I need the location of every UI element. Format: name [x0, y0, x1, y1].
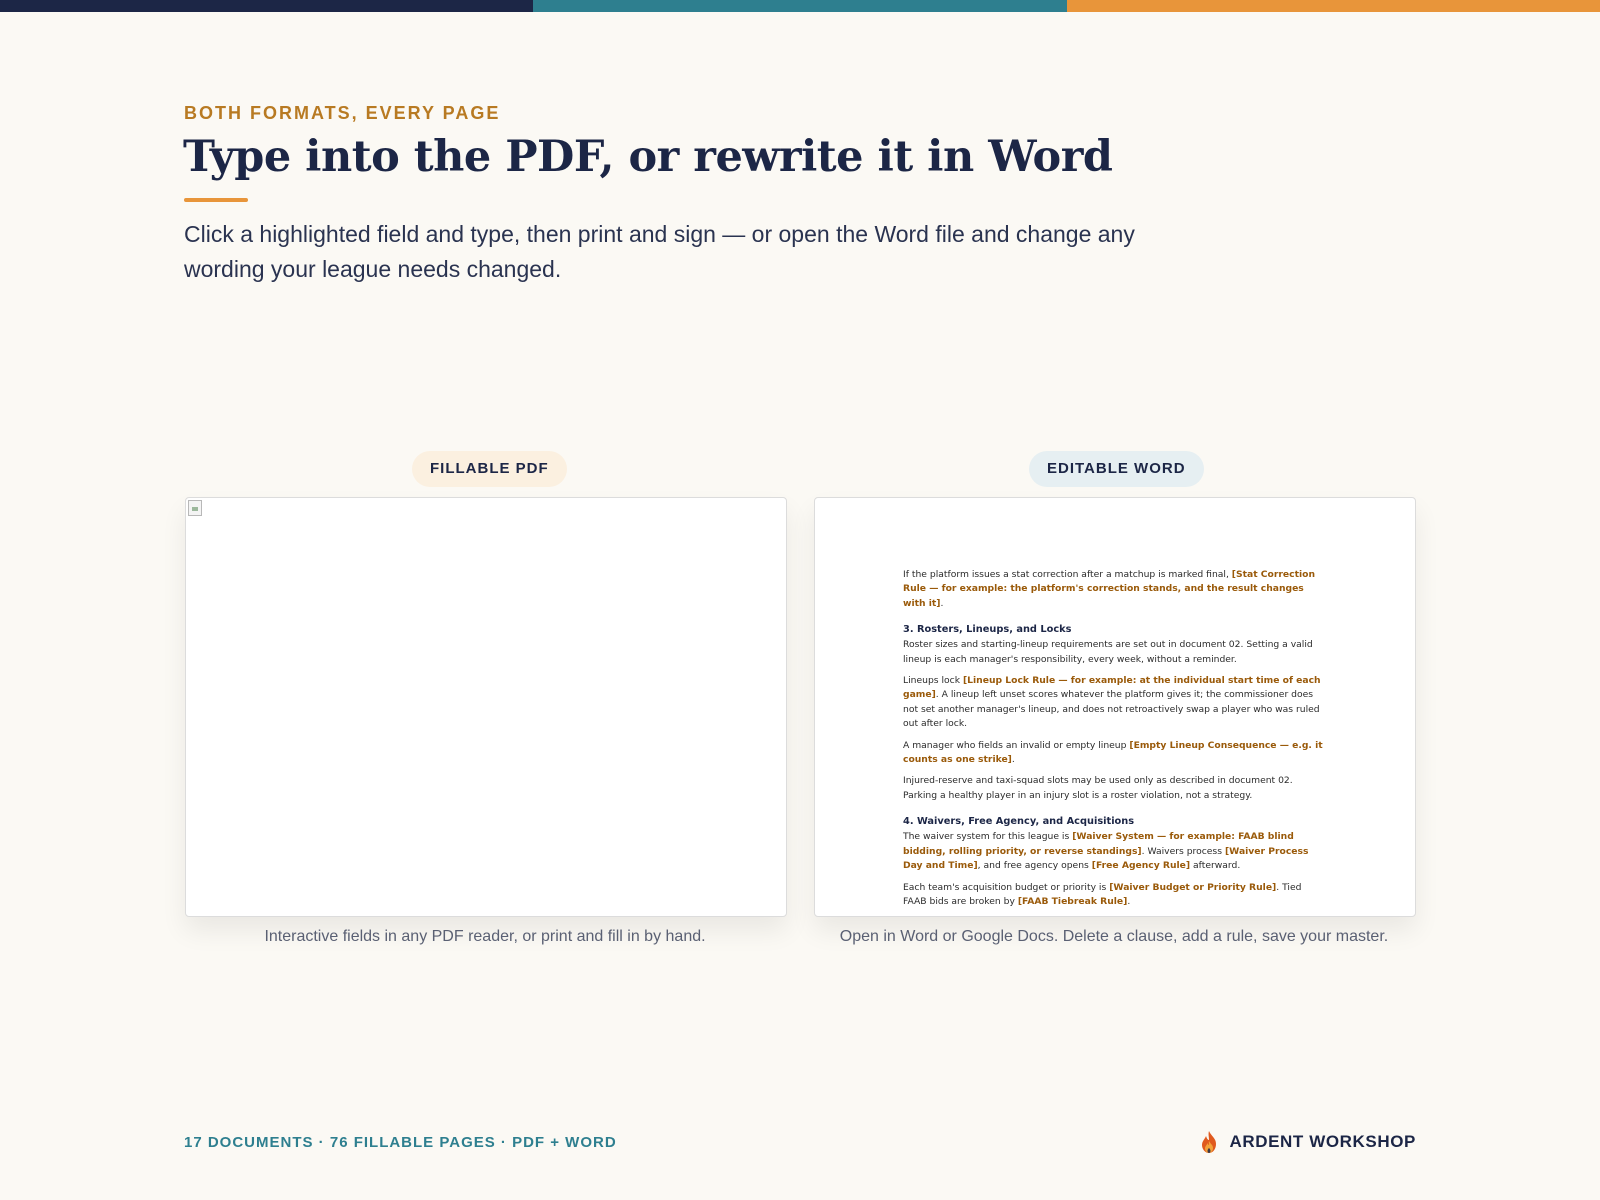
pdf-preview-panel: [185, 497, 787, 917]
doc-text: .: [1011, 754, 1015, 766]
eyebrow-label: BOTH FORMATS, EVERY PAGE: [184, 103, 501, 123]
doc-text: , and free agency opens: [977, 860, 1092, 872]
doc-paragraph: A manager who fields an invalid or empty…: [903, 739, 1323, 768]
word-document-page: If the platform issues a stat correction…: [903, 568, 1323, 917]
broken-image-icon: [188, 500, 202, 516]
doc-text: A manager who fields an invalid or empty…: [903, 739, 1130, 751]
doc-paragraph: A team may make at most [Acquisition Lim…: [903, 916, 1323, 917]
doc-text: Each team's acquisition budget or priori…: [903, 881, 1110, 893]
doc-text: Lineups lock: [903, 675, 963, 687]
accent-segment-navy: [0, 0, 534, 12]
word-preview-panel: If the platform issues a stat correction…: [814, 497, 1416, 917]
doc-paragraph: Injured-reserve and taxi-squad slots may…: [903, 774, 1323, 803]
doc-text: afterward.: [1190, 860, 1241, 872]
doc-text: . Waivers process: [1141, 845, 1225, 857]
brand-name: ARDENT WORKSHOP: [1229, 1132, 1416, 1151]
footer-brand: ARDENT WORKSHOP: [1199, 1130, 1416, 1154]
doc-paragraph: Roster sizes and starting-lineup require…: [903, 638, 1323, 667]
accent-segment-teal: [533, 0, 1067, 12]
doc-section-heading: 4. Waivers, Free Agency, and Acquisition…: [903, 816, 1135, 828]
top-accent-bar: [0, 0, 1600, 12]
doc-text: If the platform issues a stat correction…: [903, 569, 1232, 580]
doc-text: Roster sizes and starting-lineup require…: [903, 639, 1313, 665]
doc-text: .: [1127, 895, 1131, 907]
accent-segment-orange: [1066, 0, 1600, 12]
footer-stats: 17 DOCUMENTS · 76 FILLABLE PAGES · PDF +…: [184, 1134, 617, 1151]
doc-fillable-field[interactable]: [Free Agency Rule]: [1092, 860, 1190, 871]
doc-section-heading: 3. Rosters, Lineups, and Locks: [903, 624, 1072, 636]
editable-word-badge: EDITABLE WORD: [1029, 451, 1204, 487]
flame-icon: [1202, 1131, 1217, 1153]
word-caption: Open in Word or Google Docs. Delete a cl…: [839, 928, 1389, 945]
doc-fillable-field[interactable]: [Waiver Budget or Priority Rule]: [1109, 882, 1276, 893]
doc-text: Injured-reserve and taxi-squad slots may…: [903, 775, 1293, 801]
page-title: Type into the PDF, or rewrite it in Word: [183, 132, 1113, 182]
doc-text: .: [940, 597, 944, 609]
page-subtitle: Click a highlighted field and type, then…: [184, 221, 1135, 282]
doc-text: . A lineup left unset scores whatever th…: [903, 689, 1320, 730]
fillable-pdf-badge: FILLABLE PDF: [412, 451, 567, 487]
title-underline: [184, 198, 248, 202]
doc-text: The waiver system for this league is: [903, 831, 1073, 843]
doc-paragraph: Each team's acquisition budget or priori…: [903, 881, 1323, 910]
doc-fillable-field[interactable]: [FAAB Tiebreak Rule]: [1018, 896, 1128, 907]
doc-paragraph: The waiver system for this league is [Wa…: [903, 830, 1323, 873]
pdf-caption: Interactive fields in any PDF reader, or…: [264, 928, 706, 945]
doc-paragraph: If the platform issues a stat correction…: [903, 568, 1323, 611]
doc-paragraph: Lineups lock [Lineup Lock Rule — for exa…: [903, 674, 1323, 732]
